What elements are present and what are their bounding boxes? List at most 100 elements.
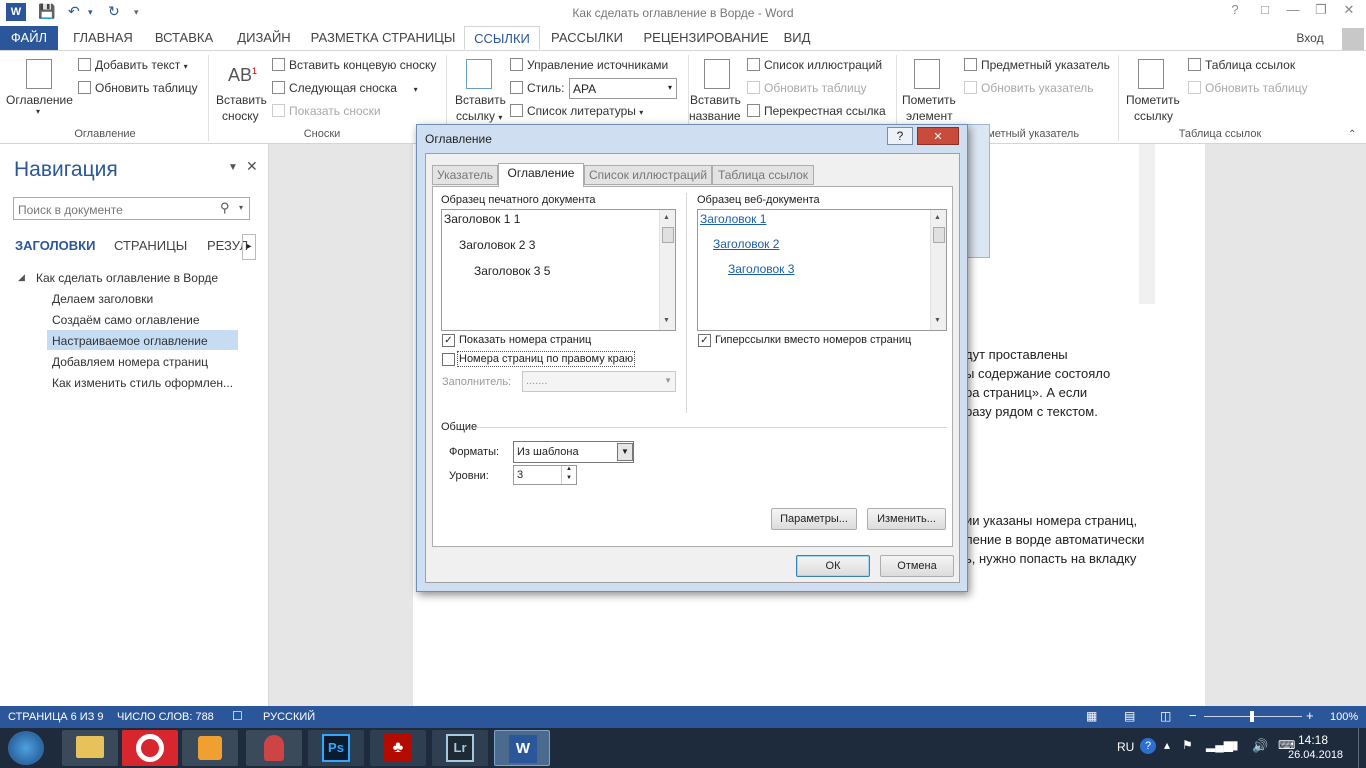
zoom-in-button[interactable]: + <box>1306 708 1314 723</box>
modify-button[interactable]: Изменить... <box>867 508 946 530</box>
insert-table-of-figures-button[interactable]: Список иллюстраций <box>747 58 882 72</box>
nav-tab-pages[interactable]: СТРАНИЦЫ <box>114 238 187 253</box>
search-icon[interactable]: ⚲ <box>220 200 230 216</box>
bibliography-button[interactable]: Список литературы ▾ <box>510 104 643 118</box>
minimize-button[interactable]: — <box>1280 2 1306 22</box>
taskbar-lightroom[interactable]: Lr <box>432 730 488 766</box>
zoom-slider-thumb[interactable] <box>1250 711 1254 722</box>
taskbar-opera[interactable] <box>122 730 178 766</box>
insert-index-button[interactable]: Предметный указатель <box>964 58 1110 72</box>
tab-home[interactable]: ГЛАВНАЯ <box>62 26 144 50</box>
taskbar-app[interactable] <box>246 730 302 766</box>
ok-button[interactable]: ОК <box>796 555 870 577</box>
hyperlinks-checkbox[interactable]: ✓ <box>698 334 711 347</box>
taskbar-acrobat[interactable]: ♣ <box>370 730 426 766</box>
tab-insert[interactable]: ВСТАВКА <box>148 26 220 50</box>
scroll-down-icon[interactable]: ▼ <box>663 317 670 324</box>
restore-button[interactable]: ❐ <box>1308 2 1334 22</box>
tab-design[interactable]: ДИЗАЙН <box>226 26 302 50</box>
nav-heading-item[interactable]: Как изменить стиль оформлен... <box>52 376 233 390</box>
flag-icon[interactable]: ⚑ <box>1182 738 1193 752</box>
add-text-button[interactable]: Добавить текст ▾ <box>78 58 188 72</box>
show-page-numbers-checkbox[interactable]: ✓ <box>442 334 455 347</box>
battery-icon[interactable]: ▮ <box>1232 738 1239 752</box>
word-count[interactable]: ЧИСЛО СЛОВ: 788 <box>117 711 214 723</box>
close-icon[interactable]: ✕ <box>246 158 258 175</box>
avatar[interactable] <box>1342 28 1364 50</box>
dialog-close-button[interactable]: ✕ <box>917 127 959 145</box>
scroll-up-icon[interactable]: ▲ <box>663 214 670 221</box>
collapse-triangle-icon[interactable]: ◢ <box>18 272 25 283</box>
page-count[interactable]: СТРАНИЦА 6 ИЗ 9 <box>8 711 104 723</box>
language[interactable]: РУССКИЙ <box>263 711 315 723</box>
nav-heading-item[interactable]: Создаём само оглавление <box>52 313 200 327</box>
tab-file[interactable]: ФАЙЛ <box>0 26 58 50</box>
dialog-tab-toc[interactable]: Оглавление <box>498 163 584 187</box>
help-button[interactable]: ? <box>1222 2 1248 22</box>
volume-icon[interactable]: 🔊 <box>1252 738 1268 754</box>
chevron-down-icon[interactable]: ▾ <box>239 203 243 212</box>
right-align-checkbox[interactable] <box>442 353 455 366</box>
scroll-down-icon[interactable]: ▼ <box>934 317 941 324</box>
tab-review[interactable]: РЕЦЕНЗИРОВАНИЕ <box>636 26 776 50</box>
taskbar-photoshop[interactable]: Ps <box>308 730 364 766</box>
read-mode-icon[interactable]: ▦ <box>1086 709 1097 723</box>
ribbon-display-options-icon[interactable]: □ <box>1252 2 1278 22</box>
input-language[interactable]: RU <box>1117 740 1134 754</box>
collapse-ribbon-icon[interactable]: ⌃ <box>1348 129 1356 140</box>
show-desktop-button[interactable] <box>1358 728 1366 768</box>
levels-spinner[interactable]: 3 ▲ ▼ <box>513 465 577 485</box>
scroll-thumb[interactable] <box>933 227 945 243</box>
cancel-button[interactable]: Отмена <box>880 555 954 577</box>
clock-time[interactable]: 14:18 <box>1298 733 1328 747</box>
signin-link[interactable]: Вход <box>1290 26 1330 50</box>
update-toa-button[interactable]: Обновить таблицу <box>1188 81 1308 95</box>
tab-view[interactable]: ВИД <box>780 26 814 50</box>
close-window-button[interactable]: ✕ <box>1336 2 1362 22</box>
proofing-icon[interactable]: ☐ <box>232 709 243 723</box>
taskbar-word[interactable]: W <box>494 730 550 766</box>
tray-expand-icon[interactable]: ▴ <box>1164 738 1170 752</box>
update-toc-button[interactable]: Обновить таблицу <box>78 81 198 95</box>
update-index-button[interactable]: Обновить указатель <box>964 81 1094 95</box>
print-layout-icon[interactable]: ▤ <box>1124 709 1135 723</box>
tab-leader-select[interactable]: ....... ▼ <box>522 371 676 392</box>
print-preview-scrollbar[interactable]: ▲ ▼ <box>659 210 675 330</box>
update-figures-button[interactable]: Обновить таблицу <box>747 81 867 95</box>
web-preview-scrollbar[interactable]: ▲ ▼ <box>930 210 946 330</box>
nav-heading-item[interactable]: Добавляем номера страниц <box>52 355 208 369</box>
show-notes-button[interactable]: Показать сноски <box>272 104 381 118</box>
insert-toa-button[interactable]: Таблица ссылок <box>1188 58 1295 72</box>
clock-date[interactable]: 26.04.2018 <box>1288 749 1343 761</box>
nav-heading-root[interactable]: Как сделать оглавление в Ворде <box>36 271 218 285</box>
spinner-down-icon[interactable]: ▼ <box>561 475 576 484</box>
nav-heading-item-selected[interactable]: Настраиваемое оглавление <box>52 334 208 348</box>
zoom-level[interactable]: 100% <box>1330 711 1358 723</box>
scroll-thumb[interactable] <box>662 227 674 243</box>
dialog-help-button[interactable]: ? <box>887 127 913 145</box>
tab-references[interactable]: ССЫЛКИ <box>464 26 540 50</box>
zoom-out-button[interactable]: − <box>1189 708 1197 723</box>
tab-mailings[interactable]: РАССЫЛКИ <box>546 26 628 50</box>
nav-heading-item[interactable]: Делаем заголовки <box>52 292 153 306</box>
help-tray-icon[interactable]: ? <box>1140 738 1156 754</box>
manage-sources-button[interactable]: Управление источниками <box>510 58 668 72</box>
taskbar-media[interactable] <box>182 730 238 766</box>
start-button[interactable] <box>8 731 44 765</box>
taskbar-explorer[interactable] <box>62 730 118 766</box>
dialog-tab-authorities[interactable]: Таблица ссылок <box>712 165 814 185</box>
tab-layout[interactable]: РАЗМЕТКА СТРАНИЦЫ <box>308 26 458 50</box>
nav-options-icon[interactable]: ▼ <box>228 162 238 173</box>
dialog-tab-index[interactable]: Указатель <box>432 165 498 185</box>
web-layout-icon[interactable]: ◫ <box>1160 709 1171 723</box>
nav-tabs-scroll-icon[interactable]: ▸ <box>242 234 256 260</box>
nav-search-input[interactable]: Поиск в документе ⚲ ▾ <box>13 197 250 220</box>
dialog-tab-figures[interactable]: Список иллюстраций <box>584 165 712 185</box>
insert-endnote-button[interactable]: Вставить концевую сноску <box>272 58 436 72</box>
scroll-up-icon[interactable]: ▲ <box>934 214 941 221</box>
cross-reference-button[interactable]: Перекрестная ссылка <box>747 104 886 118</box>
network-icon[interactable]: ▂▄▆ <box>1206 738 1233 752</box>
nav-tab-headings[interactable]: ЗАГОЛОВКИ <box>15 238 95 253</box>
spinner-up-icon[interactable]: ▲ <box>561 466 576 475</box>
formats-select[interactable]: Из шаблона ▼ <box>513 441 634 463</box>
